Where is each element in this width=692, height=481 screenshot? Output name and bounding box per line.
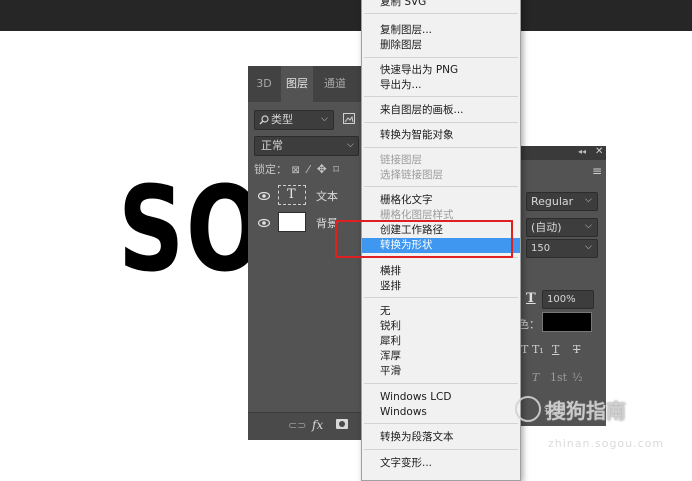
background-layer-thumbnail xyxy=(278,212,306,232)
lock-artboard-icon[interactable]: ⌑ xyxy=(333,163,339,176)
faux-italic-button[interactable]: T xyxy=(521,343,528,356)
color-label: 色： xyxy=(518,318,540,331)
subscript-button[interactable]: T₁ xyxy=(532,343,544,356)
eye-icon[interactable] xyxy=(258,191,270,201)
blend-mode-select[interactable]: 正常 ⌵ xyxy=(254,136,359,156)
lock-position-icon[interactable]: ✥ xyxy=(317,162,327,176)
menu-item-link-layers[interactable]: 链接图层 xyxy=(362,153,520,168)
menu-item-duplicate-layer[interactable]: 复制图层... xyxy=(362,23,520,38)
menu-separator xyxy=(364,423,518,424)
chevron-down-icon: ⌵ xyxy=(321,114,328,124)
menu-item-export-as[interactable]: 导出为... xyxy=(362,78,520,93)
menu-item-windows[interactable]: Windows xyxy=(362,405,520,420)
layer-name: 文本 xyxy=(316,190,338,203)
character-panel: ◂◂ ✕ ≡ Regular ⌵ (自动) ⌵ 150 ⌵ T 100% 色： … xyxy=(516,146,606,426)
menu-separator xyxy=(364,147,518,148)
menu-item-select-linked-layers[interactable]: 选择链接图层 xyxy=(362,168,520,183)
tracking-select[interactable]: 150 ⌵ xyxy=(526,239,598,258)
layers-panel-footer: ⊂⊃ fx xyxy=(248,412,363,440)
eye-icon[interactable] xyxy=(258,218,270,228)
chevron-down-icon: ⌵ xyxy=(585,242,592,252)
menu-item-horizontal[interactable]: 横排 xyxy=(362,264,520,279)
lock-transparent-icon[interactable]: ⊠ xyxy=(292,165,300,176)
menu-separator xyxy=(364,57,518,58)
vertical-scale-input[interactable]: 100% xyxy=(542,290,594,309)
layer-filter-select[interactable]: 类型 ⌵ xyxy=(254,110,334,130)
lock-paint-icon[interactable]: ⁄ xyxy=(307,163,309,176)
tracking-value: 150 xyxy=(531,243,551,254)
mask-icon[interactable] xyxy=(336,419,348,429)
font-style-value: Regular xyxy=(531,195,574,208)
vertical-scale-icon: T xyxy=(526,291,536,306)
menu-item-anti-alias-crisp[interactable]: 犀利 xyxy=(362,334,520,349)
menu-item-delete-layer[interactable]: 删除图层 xyxy=(362,38,520,53)
collapse-icon[interactable]: ◂◂ xyxy=(578,147,586,156)
menu-item-anti-alias-strong[interactable]: 浑厚 xyxy=(362,349,520,364)
fraction-button[interactable]: ½ xyxy=(572,371,583,384)
blend-mode-value: 正常 xyxy=(261,139,283,152)
strikethrough-button[interactable]: T xyxy=(573,343,580,356)
color-swatch[interactable] xyxy=(542,312,592,332)
top-bar xyxy=(0,0,692,31)
type-icon: T xyxy=(287,187,296,202)
menu-item-anti-alias-none[interactable]: 无 xyxy=(362,304,520,319)
menu-separator xyxy=(364,96,518,97)
menu-item-anti-alias-sharp[interactable]: 锐利 xyxy=(362,319,520,334)
chevron-down-icon: ⌵ xyxy=(347,140,354,150)
panel-tab-strip: 3D 图层 通道 xyxy=(248,66,363,102)
link-layers-icon[interactable]: ⊂⊃ xyxy=(288,419,306,432)
panel-menu-icon[interactable]: ≡ xyxy=(592,164,602,178)
menu-separator xyxy=(364,383,518,384)
image-filter-icon[interactable] xyxy=(343,113,355,124)
highlight-annotation-box xyxy=(335,220,513,258)
menu-separator xyxy=(364,13,518,14)
vertical-scale-value: 100% xyxy=(547,294,576,305)
chevron-down-icon: ⌵ xyxy=(585,195,592,205)
leading-value: (自动) xyxy=(531,221,562,234)
tab-layers[interactable]: 图层 xyxy=(281,66,313,102)
chevron-down-icon: ⌵ xyxy=(585,221,592,231)
watermark-url: zhinan.sogou.com xyxy=(548,437,665,450)
sogou-logo-icon xyxy=(515,396,541,422)
ordinal-button[interactable]: 1st xyxy=(550,371,567,384)
lock-row: 锁定： ⊠ ⁄ ✥ ⌑ xyxy=(254,161,339,179)
menu-item-convert-smart-object[interactable]: 转换为智能对象 xyxy=(362,128,520,143)
menu-item-vertical[interactable]: 竖排 xyxy=(362,279,520,294)
close-icon[interactable]: ✕ xyxy=(595,146,603,157)
underline-button[interactable]: T xyxy=(552,343,559,356)
tab-channels[interactable]: 通道 xyxy=(318,66,352,102)
menu-item-windows-lcd[interactable]: Windows LCD xyxy=(362,390,520,405)
menu-item-artboard-from-layers[interactable]: 来自图层的画板... xyxy=(362,103,520,118)
leading-select[interactable]: (自动) ⌵ xyxy=(526,218,598,237)
menu-item-convert-paragraph-text[interactable]: 转换为段落文本 xyxy=(362,430,520,445)
watermark-text: 搜狗指南 xyxy=(546,399,626,423)
menu-separator xyxy=(364,297,518,298)
filter-label: 类型 xyxy=(271,113,293,126)
lock-label: 锁定： xyxy=(254,163,287,176)
menu-separator xyxy=(364,449,518,450)
menu-item-anti-alias-smooth[interactable]: 平滑 xyxy=(362,364,520,379)
fx-icon[interactable]: fx xyxy=(312,418,323,432)
swash-button[interactable]: T xyxy=(532,371,539,384)
canvas-text: SO xyxy=(118,160,266,298)
menu-separator xyxy=(364,122,518,123)
text-layer-thumbnail: T xyxy=(278,185,306,205)
tab-3d[interactable]: 3D xyxy=(252,66,276,102)
menu-separator xyxy=(364,186,518,187)
menu-item-warp-text[interactable]: 文字变形... xyxy=(362,456,520,471)
menu-item-quick-export-png[interactable]: 快速导出为 PNG xyxy=(362,63,520,78)
character-panel-header: ◂◂ ✕ xyxy=(516,146,606,160)
search-icon xyxy=(259,115,269,125)
menu-item-rasterize-type[interactable]: 栅格化文字 xyxy=(362,193,520,208)
font-style-select[interactable]: Regular ⌵ xyxy=(526,192,598,211)
layer-row-text[interactable]: T 文本 xyxy=(248,183,363,210)
menu-item-copy-svg[interactable]: 复制 SVG xyxy=(362,0,520,10)
